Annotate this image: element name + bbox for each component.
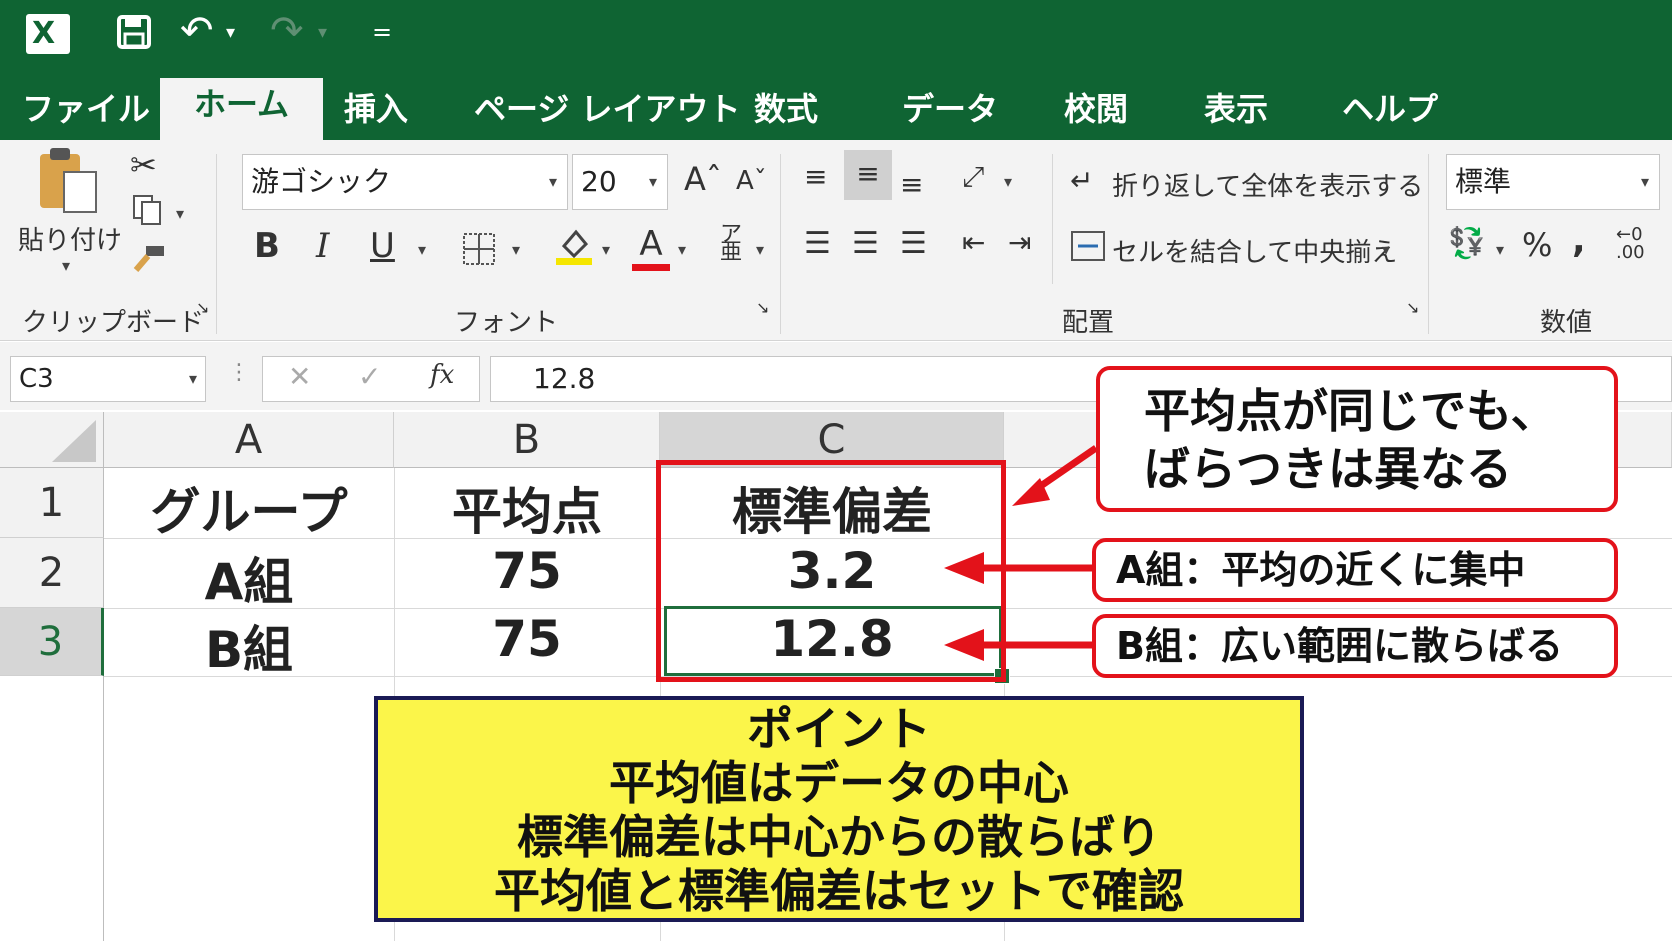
point-title: ポイント (747, 702, 931, 756)
arrow-main (1012, 445, 1098, 506)
main-callout: 平均点が同じでも、 ばらつきは異なる (1096, 366, 1618, 512)
point-line-3: 平均値と標準偏差はセットで確認 (494, 864, 1184, 918)
point-line-2: 標準偏差は中心からの散らばり (517, 810, 1161, 864)
point-summary-box: ポイント 平均値はデータの中心 標準偏差は中心からの散らばり 平均値と標準偏差は… (374, 696, 1304, 922)
b-group-note: B組：広い範囲に散らばる (1092, 614, 1618, 678)
point-line-1: 平均値はデータの中心 (609, 756, 1069, 810)
arrow-b-note (944, 629, 1092, 661)
a-group-note: A組：平均の近くに集中 (1092, 538, 1618, 602)
arrow-a-note (944, 552, 1092, 584)
main-callout-line-2: ばらつきは異なる (1144, 442, 1512, 496)
main-callout-line-1: 平均点が同じでも、 (1144, 384, 1557, 438)
